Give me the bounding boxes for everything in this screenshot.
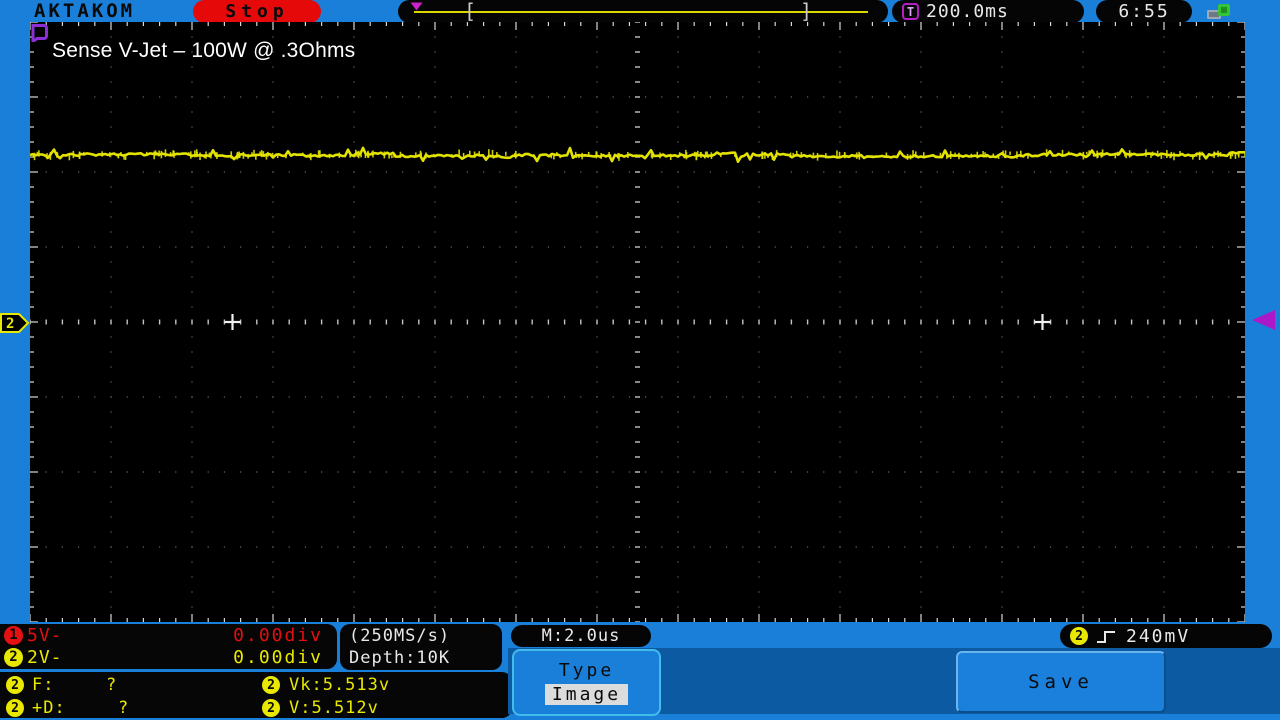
rising-edge-icon [1097, 630, 1115, 643]
memory-depth-value: Depth:10K [349, 648, 451, 668]
trigger-time-value: 200.0ms [926, 1, 1009, 22]
channel1-badge: 1 [4, 625, 23, 645]
meas-ch-badge: 2 [262, 676, 280, 694]
v-readout: V:5.512v [289, 698, 379, 718]
type-softkey-button[interactable]: Type Image [512, 649, 661, 716]
freq-label: F: [32, 675, 55, 695]
channel1-offset: 0.00div [233, 624, 323, 646]
clock-value: 6:55 [1118, 1, 1170, 22]
duty-value: ? [118, 698, 130, 718]
trigger-level-readout: 2 240mV [1060, 624, 1272, 648]
measurement-row: 2 +D: ? 2 V:5.512v [0, 697, 512, 720]
channel2-offset: 0.00div [233, 646, 323, 668]
sample-rate-value: (250MS/s) [349, 626, 451, 646]
duty-label: +D: [32, 698, 66, 718]
meas-ch-badge: 2 [6, 699, 24, 717]
trigger-level-marker[interactable] [1252, 310, 1275, 330]
run-state-label: Stop [225, 1, 289, 22]
timebase-value: M:2.0us [541, 626, 621, 646]
trigger-flag-icon [31, 24, 48, 42]
meas-ch-badge: 2 [6, 676, 24, 694]
waveform-display: Sense V-Jet – 100W @ .3Ohms [29, 21, 1246, 623]
channel2-row: 2 2V- 0.00div [0, 646, 337, 668]
trigger-t-icon: T [902, 3, 919, 20]
clock-readout: 6:55 [1096, 0, 1192, 23]
measurement-row: 2 F: ? 2 Vk:5.513v [0, 674, 512, 697]
channel-scale-panel: 1 5V- 0.00div 2 2V- 0.00div [0, 624, 337, 669]
acquisition-info-panel: (250MS/s) Depth:10K [340, 624, 502, 670]
trigger-level-value: 240mV [1126, 625, 1191, 647]
channel2-scale: 2V- [27, 646, 63, 668]
channel2-level-marker[interactable]: 2 [0, 311, 30, 335]
save-button-label: Save [1028, 671, 1094, 693]
vk-readout: Vk:5.513v [289, 675, 391, 695]
run-state-badge[interactable]: Stop [193, 0, 321, 23]
type-button-value: Image [544, 684, 629, 705]
meas-ch-badge: 2 [262, 699, 280, 717]
trigger-holdoff-readout: T 200.0ms [892, 0, 1084, 23]
usb-drive-icon [1207, 4, 1230, 19]
save-button[interactable]: Save [956, 651, 1166, 713]
acquisition-window-bar: [ ] [398, 0, 888, 23]
graticule-grid [29, 21, 1246, 623]
channel1-row: 1 5V- 0.00div [0, 624, 337, 646]
brand-logo: AKTAKOM [34, 0, 136, 22]
freq-value: ? [106, 675, 118, 695]
window-right-bracket: ] [800, 0, 813, 23]
timebase-readout: M:2.0us [511, 625, 651, 647]
channel2-marker-label: 2 [6, 316, 14, 332]
user-annotation: Sense V-Jet – 100W @ .3Ohms [52, 39, 356, 62]
measurements-panel: 2 F: ? 2 Vk:5.513v 2 +D: ? 2 V:5.512v [0, 672, 512, 718]
window-left-bracket: [ [464, 0, 477, 23]
channel2-badge: 2 [4, 647, 23, 667]
channel1-scale: 5V- [27, 624, 63, 646]
type-button-title: Type [558, 660, 615, 681]
trigger-channel-badge: 2 [1070, 627, 1088, 645]
